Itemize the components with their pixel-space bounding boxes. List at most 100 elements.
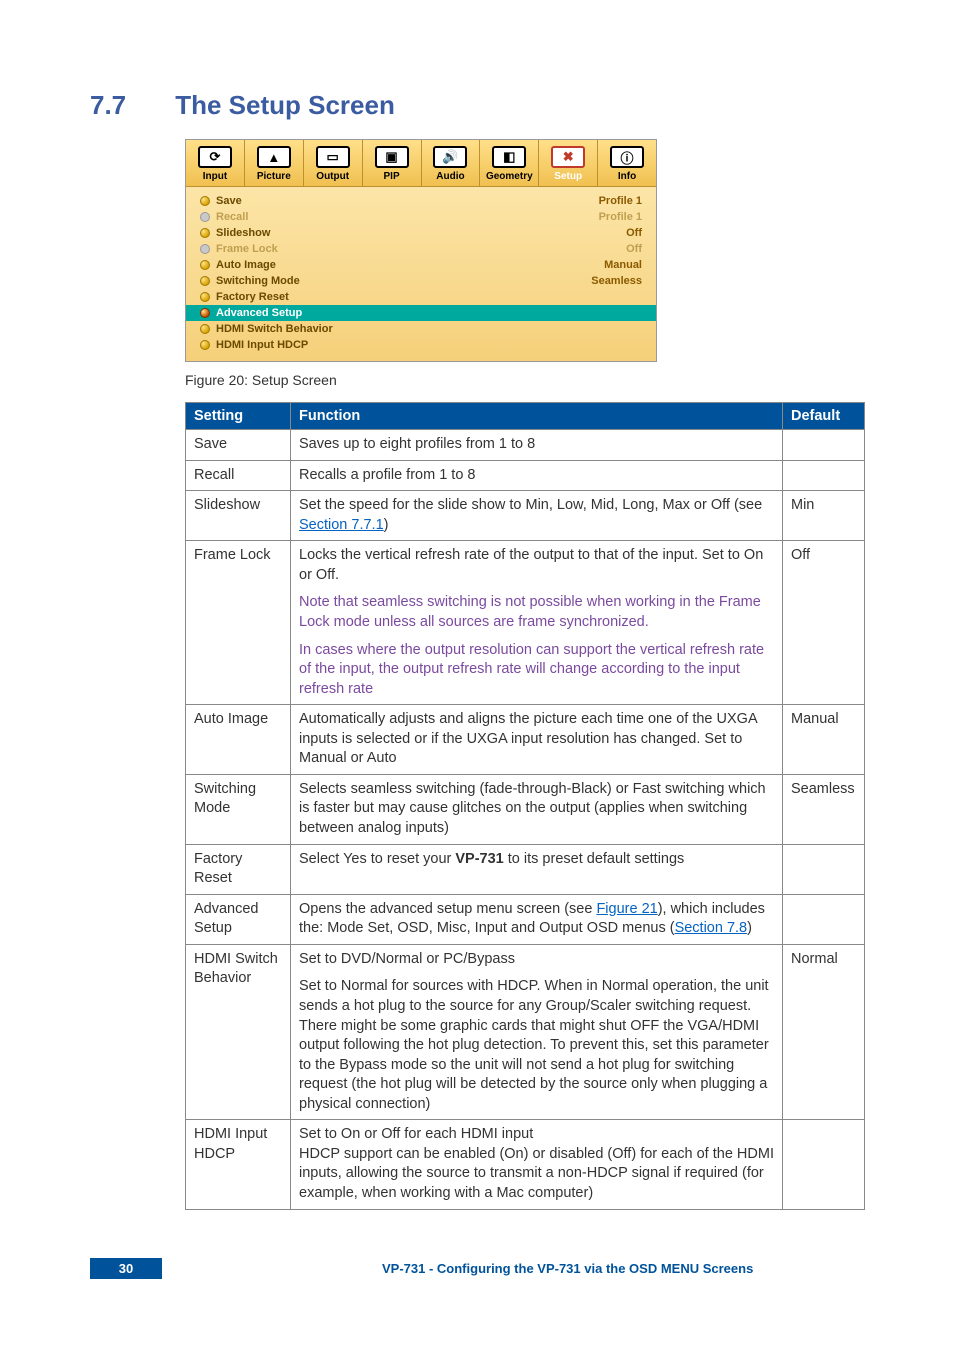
cell-default <box>783 894 865 944</box>
setup-icon: ✖ <box>551 146 585 168</box>
th-function: Function <box>291 403 783 430</box>
bullet-icon <box>200 260 210 270</box>
osd-menu-item: Recall Profile 1 <box>200 209 642 225</box>
osd-tab-geometry: ◧ Geometry <box>480 140 539 186</box>
table-row: Advanced SetupOpens the advanced setup m… <box>186 894 865 944</box>
osd-tab-label: Geometry <box>480 171 538 182</box>
bullet-icon <box>200 324 210 334</box>
osd-item-value: Seamless <box>591 275 642 287</box>
osd-item-label: Factory Reset <box>200 291 289 303</box>
table-row: Factory ResetSelect Yes to reset your VP… <box>186 844 865 894</box>
bullet-icon <box>200 276 210 286</box>
section-title: The Setup Screen <box>175 90 395 120</box>
input-icon: ⟳ <box>198 146 232 168</box>
osd-tab-label: Picture <box>245 171 303 182</box>
bullet-icon <box>200 196 210 206</box>
bullet-icon <box>200 212 210 222</box>
osd-menu-item: Save Profile 1 <box>200 193 642 209</box>
figure-caption: Figure 20: Setup Screen <box>185 372 869 388</box>
table-row: SlideshowSet the speed for the slide sho… <box>186 491 865 541</box>
cross-reference-link[interactable]: Figure 21 <box>596 901 657 917</box>
th-setting: Setting <box>186 403 291 430</box>
page-footer: 30 VP-731 - Configuring the VP-731 via t… <box>90 1258 869 1279</box>
osd-item-label: Auto Image <box>200 259 276 271</box>
cross-reference-link[interactable]: Section 7.8 <box>675 920 748 936</box>
picture-icon: ▲ <box>257 146 291 168</box>
bullet-icon <box>200 228 210 238</box>
cell-function: Set to On or Off for each HDMI inputHDCP… <box>291 1120 783 1209</box>
table-row: HDMI Input HDCPSet to On or Off for each… <box>186 1120 865 1209</box>
osd-tab-label: PIP <box>363 171 421 182</box>
osd-tab-label: Setup <box>539 171 597 182</box>
osd-item-value: Profile 1 <box>599 195 642 207</box>
osd-menu-item: HDMI Input HDCP <box>200 337 642 353</box>
cell-setting: Save <box>186 430 291 461</box>
osd-item-label: HDMI Switch Behavior <box>200 323 333 335</box>
cell-setting: HDMI Input HDCP <box>186 1120 291 1209</box>
footer-title: VP-731 - Configuring the VP-731 via the … <box>382 1261 753 1276</box>
osd-tab-audio: 🔊Audio <box>422 140 481 186</box>
osd-screenshot: ⟳Input▲Picture▭Output▣PIP🔊Audio◧Geometry… <box>185 139 657 362</box>
section-heading: 7.7 The Setup Screen <box>90 90 869 121</box>
th-default: Default <box>783 403 865 430</box>
section-number: 7.7 <box>90 90 168 121</box>
cell-setting: Factory Reset <box>186 844 291 894</box>
cell-setting: Frame Lock <box>186 541 291 705</box>
table-row: Switching ModeSelects seamless switching… <box>186 774 865 844</box>
osd-tab-setup: ✖ Setup <box>539 140 598 186</box>
osd-item-label: Save <box>200 195 242 207</box>
geometry-icon: ◧ <box>492 146 526 168</box>
cell-setting: Slideshow <box>186 491 291 541</box>
cell-setting: Recall <box>186 460 291 491</box>
osd-menu-item: Factory Reset <box>200 289 642 305</box>
osd-menu-item: HDMI Switch Behavior <box>200 321 642 337</box>
cell-default <box>783 430 865 461</box>
osd-menu-item: Switching Mode Seamless <box>200 273 642 289</box>
osd-tab-label: Input <box>186 171 244 182</box>
osd-menu-body: Save Profile 1 Recall Profile 1 Slideshow Off… <box>186 187 656 361</box>
osd-menu-item: Auto Image Manual <box>200 257 642 273</box>
cell-default: Off <box>783 541 865 705</box>
osd-tab-input: ⟳ Input <box>186 140 245 186</box>
bullet-icon <box>200 292 210 302</box>
cell-function: Selects seamless switching (fade-through… <box>291 774 783 844</box>
osd-tab-info: ⓘ Info <box>598 140 656 186</box>
osd-tab-label: Info <box>598 171 656 182</box>
bullet-icon <box>200 340 210 350</box>
table-row: RecallRecalls a profile from 1 to 8 <box>186 460 865 491</box>
osd-menu-item: Advanced Setup <box>186 305 656 321</box>
osd-item-label: Switching Mode <box>200 275 300 287</box>
cross-reference-link[interactable]: Section 7.7.1 <box>299 517 384 533</box>
osd-tab-output: ▭Output <box>304 140 363 186</box>
bullet-icon <box>200 308 210 318</box>
osd-menu-item: Frame LockOff <box>200 241 642 257</box>
osd-item-value: Manual <box>604 259 642 271</box>
bold-text: VP-731 <box>455 851 503 867</box>
osd-tab-label: Output <box>304 171 362 182</box>
cell-function: Automatically adjusts and aligns the pic… <box>291 705 783 775</box>
info-icon: ⓘ <box>610 146 644 168</box>
cell-function: Saves up to eight profiles from 1 to 8 <box>291 430 783 461</box>
cell-default <box>783 1120 865 1209</box>
cell-function: Set to DVD/Normal or PC/BypassSet to Nor… <box>291 944 783 1120</box>
osd-item-label: HDMI Input HDCP <box>200 339 308 351</box>
osd-tab-picture: ▲ Picture <box>245 140 304 186</box>
cell-default <box>783 844 865 894</box>
table-row: SaveSaves up to eight profiles from 1 to… <box>186 430 865 461</box>
osd-item-label: Slideshow <box>200 227 270 239</box>
table-row: HDMI Switch BehaviorSet to DVD/Normal or… <box>186 944 865 1120</box>
osd-item-value: Profile 1 <box>599 211 642 223</box>
bullet-icon <box>200 244 210 254</box>
osd-item-value: Off <box>626 227 642 239</box>
cell-function: Select Yes to reset your VP-731 to its p… <box>291 844 783 894</box>
cell-function: Set the speed for the slide show to Min,… <box>291 491 783 541</box>
osd-tab-label: Audio <box>422 171 480 182</box>
cell-setting: Switching Mode <box>186 774 291 844</box>
settings-table: Setting Function Default SaveSaves up to… <box>185 402 865 1210</box>
osd-item-label: Recall <box>200 211 248 223</box>
cell-default <box>783 460 865 491</box>
osd-item-label: Advanced Setup <box>200 307 302 319</box>
cell-function: Recalls a profile from 1 to 8 <box>291 460 783 491</box>
cell-setting: Advanced Setup <box>186 894 291 944</box>
osd-menu-item: Slideshow Off <box>200 225 642 241</box>
